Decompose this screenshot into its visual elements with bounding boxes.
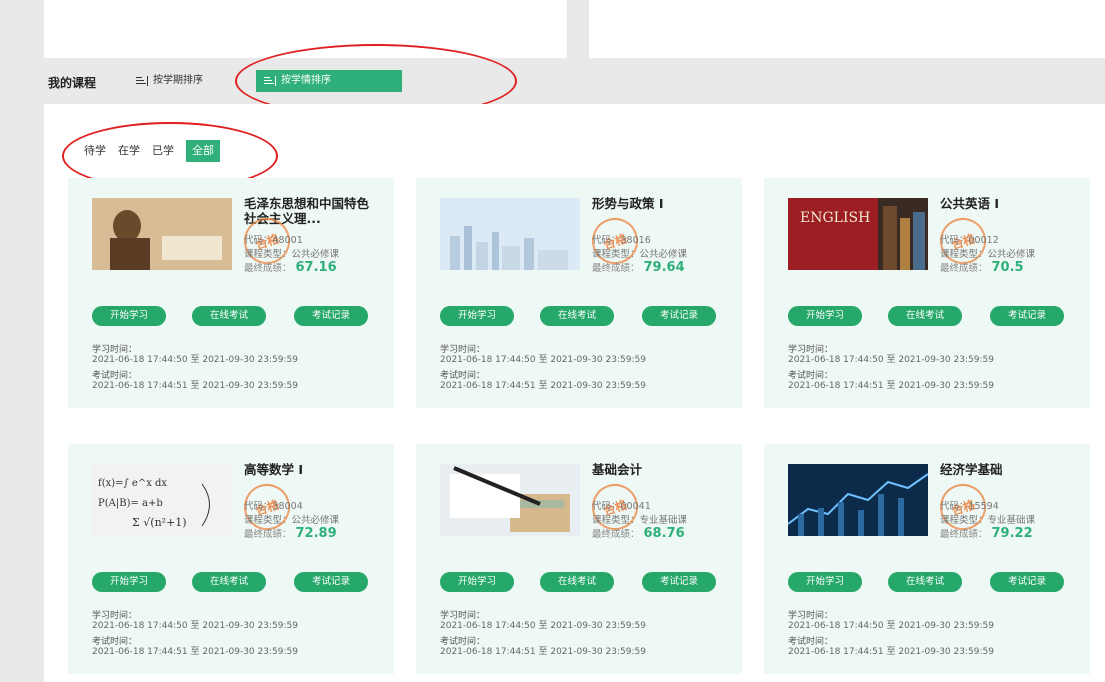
exam-time-range: 2021-06-18 17:44:51 至 2021-09-30 23:59:5… bbox=[440, 381, 646, 391]
exam-records-button[interactable]: 考试记录 bbox=[294, 306, 368, 326]
filter-studying[interactable]: 在学 bbox=[112, 140, 146, 162]
final-score: 最终成绩： 70.5 bbox=[940, 260, 1024, 275]
left-gutter bbox=[0, 0, 44, 682]
svg-text:Σ √(n²+1): Σ √(n²+1) bbox=[132, 516, 187, 529]
course-title[interactable]: 公共英语 I bbox=[940, 196, 1070, 211]
start-learning-button[interactable]: 开始学习 bbox=[788, 572, 862, 592]
course-thumbnail[interactable] bbox=[788, 464, 928, 536]
sort-bar: 我的课程 按学期排序 按学情排序 bbox=[44, 58, 1105, 104]
course-card: 经济学基础 合格 代码：15594 课程类型：专业基础课 最终成绩： 79.22 … bbox=[764, 444, 1090, 674]
filter-all[interactable]: 全部 bbox=[186, 140, 220, 162]
exam-time-range: 2021-06-18 17:44:51 至 2021-09-30 23:59:5… bbox=[92, 647, 298, 657]
course-thumbnail[interactable]: f(x)=∫ e^x dx P(A|B)= a+b Σ √(n²+1) bbox=[92, 464, 232, 536]
sort-by-status-label: 按学情排序 bbox=[281, 75, 331, 86]
course-title[interactable]: 经济学基础 bbox=[940, 462, 1070, 477]
course-thumbnail[interactable] bbox=[92, 198, 232, 270]
final-score: 最终成绩： 79.22 bbox=[940, 526, 1033, 541]
sort-icon bbox=[136, 76, 148, 86]
course-type: 课程类型：公共必修课 bbox=[244, 515, 340, 526]
online-exam-button[interactable]: 在线考试 bbox=[192, 306, 266, 326]
filter-finished[interactable]: 已学 bbox=[146, 140, 180, 162]
svg-text:f(x)=∫ e^x dx: f(x)=∫ e^x dx bbox=[98, 478, 167, 489]
course-thumbnail[interactable] bbox=[440, 198, 580, 270]
study-time-range: 2021-06-18 17:44:50 至 2021-09-30 23:59:5… bbox=[440, 621, 646, 631]
exam-records-button[interactable]: 考试记录 bbox=[990, 306, 1064, 326]
sort-by-term-button[interactable]: 按学期排序 bbox=[128, 70, 211, 92]
study-time-range: 2021-06-18 17:44:50 至 2021-09-30 23:59:5… bbox=[92, 621, 298, 631]
sort-icon bbox=[264, 76, 276, 86]
status-filter: 待学 在学 已学 全部 bbox=[78, 140, 220, 162]
study-time-range: 2021-06-18 17:44:50 至 2021-09-30 23:59:5… bbox=[92, 355, 298, 365]
start-learning-button[interactable]: 开始学习 bbox=[92, 306, 166, 326]
course-type: 课程类型：公共必修课 bbox=[592, 249, 688, 260]
course-code: 代码：00012 bbox=[940, 235, 999, 246]
study-time-range: 2021-06-18 17:44:50 至 2021-09-30 23:59:5… bbox=[788, 355, 994, 365]
course-card: 毛泽东思想和中国特色社会主义理... 合格 代码：48001 课程类型：公共必修… bbox=[68, 178, 394, 408]
online-exam-button[interactable]: 在线考试 bbox=[540, 572, 614, 592]
online-exam-button[interactable]: 在线考试 bbox=[888, 306, 962, 326]
study-time-range: 2021-06-18 17:44:50 至 2021-09-30 23:59:5… bbox=[788, 621, 994, 631]
start-learning-button[interactable]: 开始学习 bbox=[440, 572, 514, 592]
exam-time-range: 2021-06-18 17:44:51 至 2021-09-30 23:59:5… bbox=[788, 381, 994, 391]
course-card: 形势与政策 I 合格 代码：38016 课程类型：公共必修课 最终成绩： 79.6… bbox=[416, 178, 742, 408]
exam-time-range: 2021-06-18 17:44:51 至 2021-09-30 23:59:5… bbox=[92, 381, 298, 391]
course-code: 代码：48001 bbox=[244, 235, 303, 246]
course-type: 课程类型：公共必修课 bbox=[244, 249, 340, 260]
start-learning-button[interactable]: 开始学习 bbox=[788, 306, 862, 326]
course-type: 课程类型：公共必修课 bbox=[940, 249, 1036, 260]
course-code: 代码：15594 bbox=[940, 501, 999, 512]
final-score: 最终成绩： 79.64 bbox=[592, 260, 685, 275]
svg-text:ENGLISH: ENGLISH bbox=[800, 210, 870, 226]
filter-pending[interactable]: 待学 bbox=[78, 140, 112, 162]
exam-time-range: 2021-06-18 17:44:51 至 2021-09-30 23:59:5… bbox=[788, 647, 994, 657]
course-thumbnail[interactable] bbox=[440, 464, 580, 536]
exam-records-button[interactable]: 考试记录 bbox=[642, 306, 716, 326]
top-panel-gap bbox=[567, 0, 589, 58]
sort-by-status-button[interactable]: 按学情排序 bbox=[256, 70, 402, 92]
exam-records-button[interactable]: 考试记录 bbox=[642, 572, 716, 592]
start-learning-button[interactable]: 开始学习 bbox=[440, 306, 514, 326]
exam-records-button[interactable]: 考试记录 bbox=[294, 572, 368, 592]
course-code: 代码：38004 bbox=[244, 501, 303, 512]
course-card: 基础会计 合格 代码：00041 课程类型：专业基础课 最终成绩： 68.76 开… bbox=[416, 444, 742, 674]
final-score: 最终成绩： 68.76 bbox=[592, 526, 685, 541]
study-time-range: 2021-06-18 17:44:50 至 2021-09-30 23:59:5… bbox=[440, 355, 646, 365]
course-title[interactable]: 高等数学 I bbox=[244, 462, 374, 477]
svg-text:P(A|B)= a+b: P(A|B)= a+b bbox=[98, 498, 163, 509]
course-type: 课程类型：专业基础课 bbox=[940, 515, 1036, 526]
course-thumbnail[interactable]: ENGLISH bbox=[788, 198, 928, 270]
top-panel-right bbox=[589, 0, 1105, 58]
course-code: 代码：00041 bbox=[592, 501, 651, 512]
start-learning-button[interactable]: 开始学习 bbox=[92, 572, 166, 592]
sort-by-term-label: 按学期排序 bbox=[153, 75, 203, 86]
course-type: 课程类型：专业基础课 bbox=[592, 515, 688, 526]
course-title[interactable]: 形势与政策 I bbox=[592, 196, 722, 211]
final-score: 最终成绩： 72.89 bbox=[244, 526, 337, 541]
online-exam-button[interactable]: 在线考试 bbox=[540, 306, 614, 326]
course-title[interactable]: 基础会计 bbox=[592, 462, 722, 477]
final-score: 最终成绩： 67.16 bbox=[244, 260, 337, 275]
online-exam-button[interactable]: 在线考试 bbox=[192, 572, 266, 592]
course-card: ENGLISH 公共英语 I 合格 代码：00012 课程类型：公共必修课 最终… bbox=[764, 178, 1090, 408]
course-code: 代码：38016 bbox=[592, 235, 651, 246]
page-title: 我的课程 bbox=[48, 76, 97, 90]
exam-records-button[interactable]: 考试记录 bbox=[990, 572, 1064, 592]
top-panel-left bbox=[44, 0, 567, 58]
online-exam-button[interactable]: 在线考试 bbox=[888, 572, 962, 592]
course-card: f(x)=∫ e^x dx P(A|B)= a+b Σ √(n²+1) 高等数学 I… bbox=[68, 444, 394, 674]
exam-time-range: 2021-06-18 17:44:51 至 2021-09-30 23:59:5… bbox=[440, 647, 646, 657]
